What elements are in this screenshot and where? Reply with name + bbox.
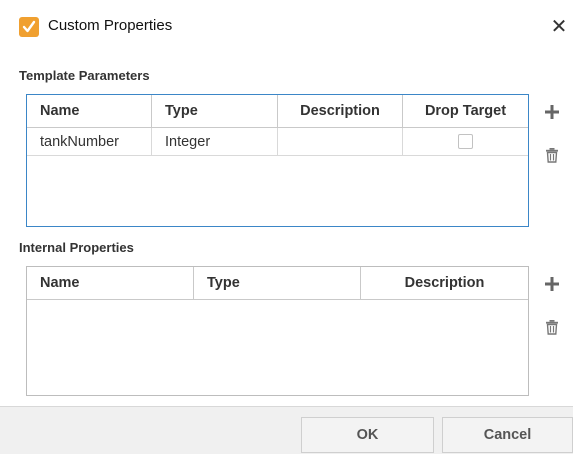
trash-icon <box>546 320 558 335</box>
add-internal-property-button[interactable] <box>542 274 562 294</box>
plus-icon <box>545 105 559 119</box>
cancel-button[interactable]: Cancel <box>442 417 573 453</box>
table-header: Name Type Description Drop Target <box>27 95 528 128</box>
close-button[interactable]: ✕ <box>550 15 568 37</box>
cell-drop-target <box>403 128 528 155</box>
template-parameters-label: Template Parameters <box>19 68 150 83</box>
dialog-titlebar: Custom Properties ✕ <box>0 0 573 55</box>
delete-template-parameter-button[interactable] <box>542 145 562 165</box>
table-header: Name Type Description <box>27 267 528 300</box>
internal-properties-label: Internal Properties <box>19 240 134 255</box>
delete-internal-property-button[interactable] <box>542 317 562 337</box>
column-header-type[interactable]: Type <box>194 267 361 299</box>
dialog-title: Custom Properties <box>48 17 173 34</box>
column-header-description[interactable]: Description <box>361 267 528 299</box>
plus-icon <box>545 277 559 291</box>
column-header-name[interactable]: Name <box>27 95 152 127</box>
column-header-type[interactable]: Type <box>152 95 278 127</box>
close-icon: ✕ <box>550 14 568 38</box>
table-row[interactable]: tankNumber Integer <box>27 128 528 156</box>
cell-description[interactable] <box>278 128 403 155</box>
cell-type[interactable]: Integer <box>152 128 278 155</box>
column-header-description[interactable]: Description <box>278 95 403 127</box>
trash-icon <box>546 148 558 163</box>
drop-target-checkbox[interactable] <box>458 134 473 149</box>
ok-button[interactable]: OK <box>301 417 434 453</box>
column-header-name[interactable]: Name <box>27 267 194 299</box>
app-icon <box>19 17 39 37</box>
internal-properties-table[interactable]: Name Type Description <box>26 266 529 396</box>
column-header-drop-target[interactable]: Drop Target <box>403 95 528 127</box>
checkmark-icon <box>22 20 36 33</box>
cell-name[interactable]: tankNumber <box>27 128 152 155</box>
add-template-parameter-button[interactable] <box>542 102 562 122</box>
template-parameters-table[interactable]: Name Type Description Drop Target tankNu… <box>26 94 529 227</box>
